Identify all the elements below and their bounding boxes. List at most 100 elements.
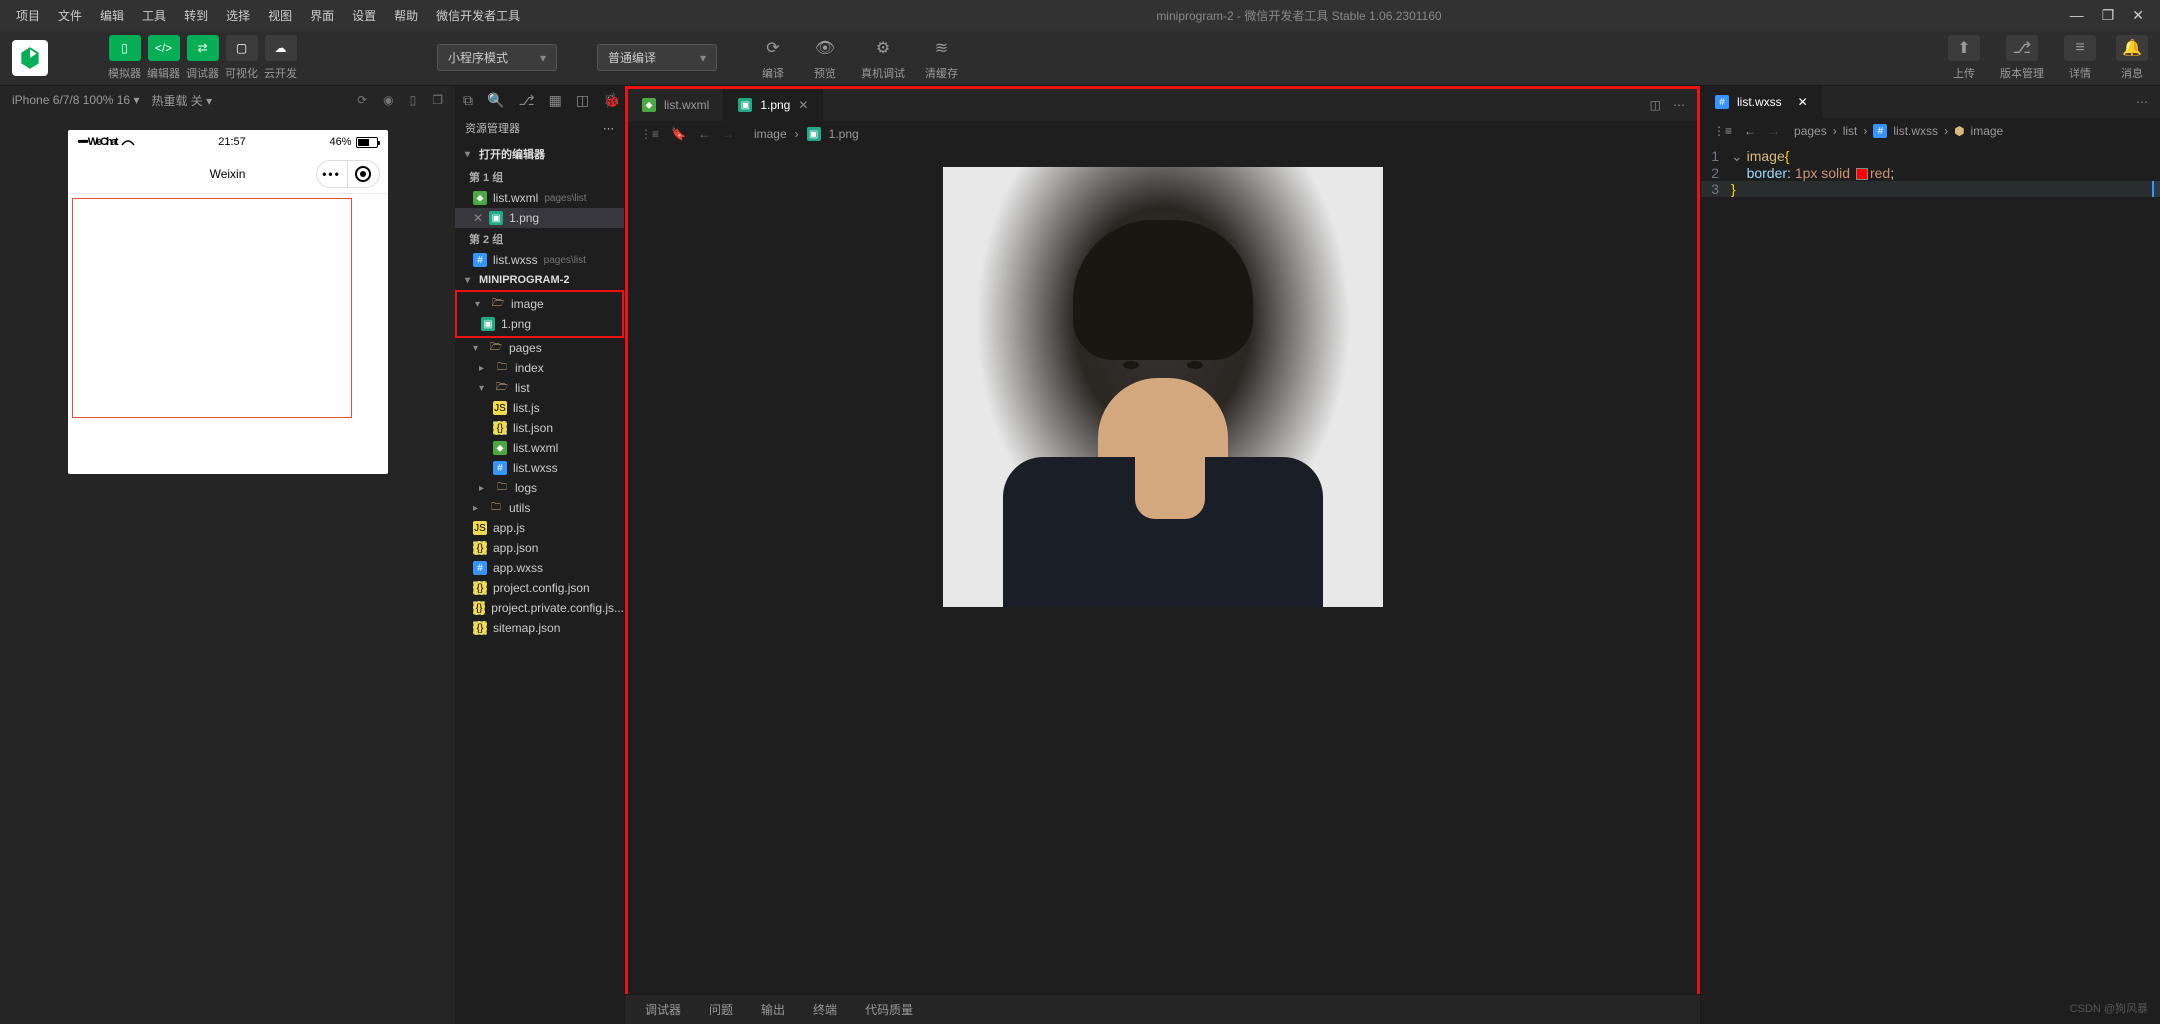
hotreload-label[interactable]: 热重载 关 ▾ [151,92,212,109]
menu-settings[interactable]: 设置 [344,3,384,28]
folder-list[interactable]: ▾🗁list [455,378,624,398]
file-sitemap[interactable]: {}sitemap.json [455,618,624,638]
menu-tools[interactable]: 工具 [134,3,174,28]
nav-title: Weixin [210,167,246,181]
capsule-menu-icon[interactable]: ••• [316,160,348,188]
menu-file[interactable]: 文件 [50,3,90,28]
file-list-js[interactable]: JSlist.js [455,398,624,418]
preview-button[interactable]: 👁预览 [809,35,841,81]
bc-selector[interactable]: image [1971,124,2004,138]
menu-ui[interactable]: 界面 [302,3,342,28]
menu-edit[interactable]: 编辑 [92,3,132,28]
open-file-list-wxss[interactable]: #list.wxss pages\list [455,250,624,270]
popout-icon[interactable]: ❐ [432,93,443,107]
file-project-private[interactable]: {}project.private.config.js... [455,598,624,618]
files-icon[interactable]: ⧉ [463,92,473,109]
file-app-wxss[interactable]: #app.wxss [455,558,624,578]
file-list-wxml[interactable]: ⬥list.wxml [455,438,624,458]
version-button[interactable]: ⎇版本管理 [2000,35,2044,81]
menu-select[interactable]: 选择 [218,3,258,28]
mode-select[interactable]: 小程序模式▾ [437,44,557,71]
debugger-button[interactable]: ⇄调试器 [186,35,219,81]
tab-1-png[interactable]: ▣1.png✕ [724,89,823,121]
menu-help[interactable]: 帮助 [386,3,426,28]
capsule-close-icon[interactable] [348,160,380,188]
phone-icon[interactable]: ▯ [410,93,417,107]
panel-problems[interactable]: 问题 [709,1001,733,1018]
more-icon[interactable]: ⋯ [603,122,614,135]
panel-output[interactable]: 输出 [761,1001,785,1018]
code-editor[interactable]: 1⌄ image{ 2 border: 1px solid red; 3} [1701,144,2160,1024]
tab-close-icon[interactable]: ✕ [1798,95,1808,109]
project-section[interactable]: ▾MINIPROGRAM-2 [455,270,624,290]
editor-button[interactable]: </>编辑器 [147,35,180,81]
bottom-panel: 调试器 问题 输出 终端 代码质量 [625,994,1700,1024]
bc-list[interactable]: list [1843,124,1858,138]
bookmark-icon[interactable]: ◫ [576,92,589,109]
menu-devtools[interactable]: 微信开发者工具 [428,3,528,28]
more-icon[interactable]: ⋯ [2136,95,2148,109]
forward-icon[interactable]: → [722,127,734,141]
tab-list-wxss[interactable]: #list.wxss✕ [1701,86,1822,118]
messages-button[interactable]: 🔔消息 [2116,35,2148,81]
search-icon[interactable]: 🔍 [487,92,504,109]
list-icon[interactable]: ⋮≡ [640,127,659,141]
upload-button[interactable]: ⬆上传 [1948,35,1980,81]
breadcrumb-image[interactable]: image [754,127,787,141]
back-icon[interactable]: ← [698,127,710,141]
simulator-button[interactable]: ▯模拟器 [108,35,141,81]
bc-file[interactable]: list.wxss [1893,124,1938,138]
code-panel: #list.wxss✕ ⋯ ⋮≡ ← → pages› list› #list.… [1700,86,2160,1024]
panel-debugger[interactable]: 调试器 [645,1001,681,1018]
panel-terminal[interactable]: 终端 [813,1001,837,1018]
compile-select[interactable]: 普通编译▾ [597,44,717,71]
menu-view[interactable]: 视图 [260,3,300,28]
bookmark-icon[interactable]: 🔖 [671,127,686,141]
panel-quality[interactable]: 代码质量 [865,1001,913,1018]
minimize-icon[interactable]: — [2070,7,2084,24]
folder-logs[interactable]: ▸🗀logs [455,478,624,498]
list-icon[interactable]: ⋮≡ [1713,124,1732,138]
bug-icon[interactable]: 🐞 [603,92,620,109]
back-icon[interactable]: ← [1744,124,1756,138]
file-list-json[interactable]: {}list.json [455,418,624,438]
group-1: 第 1 组 [455,166,624,188]
forward-icon[interactable]: → [1768,124,1780,138]
bc-pages[interactable]: pages [1794,124,1827,138]
menu-goto[interactable]: 转到 [176,3,216,28]
details-button[interactable]: ≡详情 [2064,35,2096,81]
maximize-icon[interactable]: ❐ [2102,7,2115,24]
refresh-icon[interactable]: ⟳ [357,93,367,107]
tab-list-wxml[interactable]: ⬥list.wxml [628,89,724,121]
folder-pages[interactable]: ▾🗁pages [455,338,624,358]
remote-debug-button[interactable]: ⚙真机调试 [861,35,905,81]
breadcrumb-file[interactable]: 1.png [829,127,859,141]
menu-project[interactable]: 项目 [8,3,48,28]
folder-utils[interactable]: ▸🗀utils [455,498,624,518]
compile-button[interactable]: ⟳编译 [757,35,789,81]
file-1-png[interactable]: ▣1.png [457,314,622,334]
clear-cache-button[interactable]: ≋清缓存 [925,35,958,81]
file-list-wxss[interactable]: #list.wxss [455,458,624,478]
cloud-button[interactable]: ☁云开发 [264,35,297,81]
tab-close-icon[interactable]: ✕ [798,98,808,112]
file-app-js[interactable]: JSapp.js [455,518,624,538]
folder-index[interactable]: ▸🗀index [455,358,624,378]
extension-icon[interactable]: ▦ [549,92,562,109]
split-icon[interactable]: ◫ [1650,98,1661,112]
file-project-config[interactable]: {}project.config.json [455,578,624,598]
record-icon[interactable]: ◉ [383,93,393,107]
file-app-json[interactable]: {}app.json [455,538,624,558]
window-controls: — ❐ ✕ [2070,7,2152,24]
visual-button[interactable]: ▢可视化 [225,35,258,81]
explorer-title: 资源管理器 [465,120,520,136]
open-file-list-wxml[interactable]: ⬥list.wxml pages\list [455,188,624,208]
folder-image[interactable]: ▾🗁image [457,294,622,314]
open-editors-section[interactable]: ▾打开的编辑器 [455,142,624,166]
device-label[interactable]: iPhone 6/7/8 100% 16 ▾ [12,93,139,107]
branch-icon[interactable]: ⎇ [518,92,534,109]
more-icon[interactable]: ⋯ [1673,98,1685,112]
close-icon[interactable]: ✕ [2132,7,2144,24]
open-file-1-png[interactable]: ✕▣1.png [455,208,624,228]
file-explorer: ⧉ 🔍 ⎇ ▦ ◫ 🐞 资源管理器 ⋯ ▾打开的编辑器 第 1 组 ⬥list.w… [455,86,625,1024]
